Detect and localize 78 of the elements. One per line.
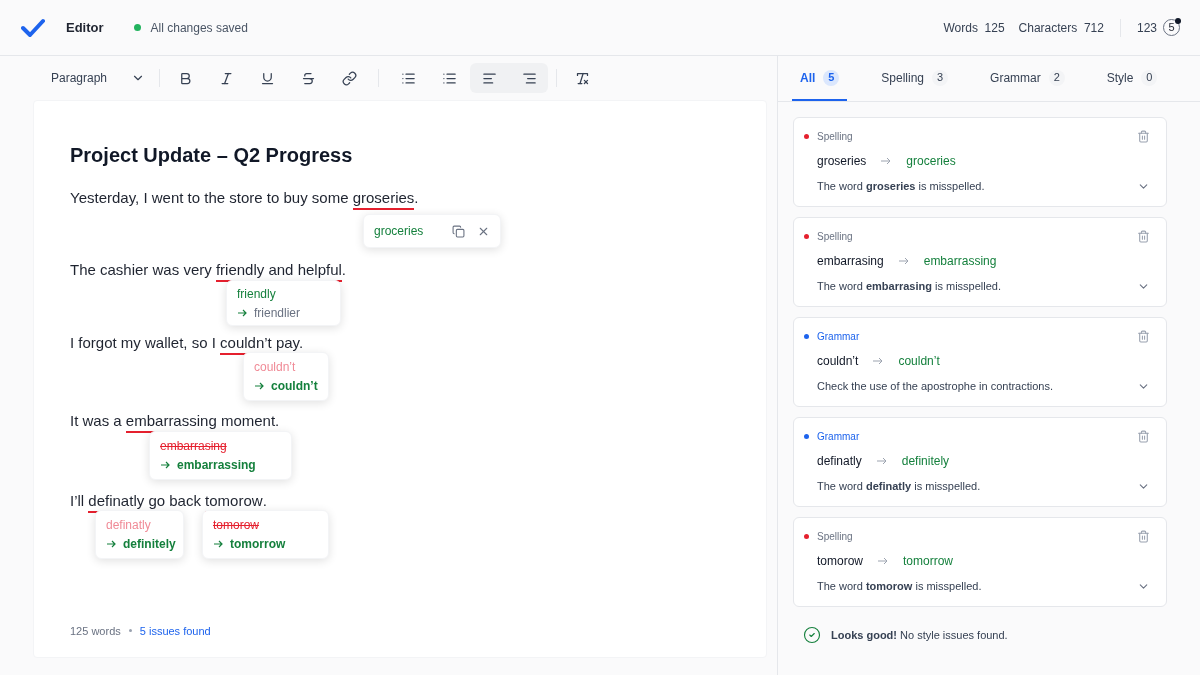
replacement-word[interactable]: definitely — [123, 535, 176, 553]
strikethrough-icon — [300, 70, 316, 86]
filter-tab[interactable]: Spelling 3 — [873, 56, 957, 101]
suggestion-word[interactable]: friendly — [237, 285, 330, 303]
original-word: groseries — [817, 153, 867, 170]
bullet-list-icon — [400, 70, 416, 86]
issues-link[interactable]: 5 issues found — [139, 622, 211, 639]
issue-card[interactable]: Spelling tomorow tomorrow The word tomorow is misspelled. — [793, 517, 1167, 607]
issue-card[interactable]: Grammar couldn’t couldn’t Check the use of the apostrophe in contractions. — [793, 317, 1167, 407]
document-paragraph: Yesterday, I went to the store to buy some groseries. — [70, 188, 766, 210]
original-word: embarrasing — [817, 253, 884, 270]
issue-category: Grammar — [817, 330, 861, 344]
italic-icon — [218, 70, 234, 86]
checkmark-logo — [21, 17, 45, 38]
issue-category: Spelling — [817, 230, 854, 244]
arrow-right-icon — [254, 382, 265, 390]
issue-message: The word definatly is misspelled. — [817, 479, 982, 494]
original-word: tomorow — [213, 517, 260, 534]
align-left-icon — [481, 70, 497, 86]
replacement-word[interactable]: couldn’t — [898, 352, 940, 370]
issue-card[interactable]: Spelling groseries groceries The word groseries is misspelled. — [793, 117, 1167, 207]
copy-icon[interactable] — [452, 224, 465, 238]
issue-category: Grammar — [817, 430, 861, 444]
app-title: Editor — [66, 18, 104, 37]
underline-icon — [259, 70, 275, 86]
clear-formatting-icon — [574, 70, 590, 86]
original-word: couldn’t — [254, 359, 297, 376]
stat-text: Characters 712 — [1018, 19, 1104, 37]
replacement-word[interactable]: groceries — [906, 152, 956, 170]
filter-tab[interactable]: Style 0 — [1098, 56, 1166, 101]
original-word: definatly — [106, 517, 152, 534]
filter-tab[interactable]: Grammar 2 — [982, 56, 1073, 101]
suggestion-text[interactable]: groceries — [374, 222, 440, 240]
arrow-right-icon — [880, 157, 893, 165]
replacement-word[interactable]: embarrassing — [177, 456, 256, 474]
style-summary: Looks good! No style issues found. — [831, 627, 1008, 643]
replacement-word[interactable]: tomorrow — [903, 552, 954, 570]
delete-icon[interactable] — [1137, 430, 1150, 443]
save-status: All changes saved — [150, 19, 248, 37]
issue-category: Spelling — [817, 130, 854, 144]
word-count: 125 words — [70, 623, 121, 639]
issue-card[interactable]: Spelling embarrasing embarrassing The word embarrasing is misspelled. — [793, 217, 1167, 307]
original-word: couldn’t — [817, 353, 859, 370]
issue-message: Check the use of the apostrophe in contractions. — [817, 379, 1055, 394]
replacement-word[interactable]: couldn’t — [271, 377, 318, 395]
arrow-right-icon — [237, 309, 248, 317]
original-word: tomorow — [817, 553, 863, 570]
align-right-icon — [521, 70, 537, 86]
original-word: definatly — [817, 453, 862, 470]
check-circle-icon — [803, 626, 821, 644]
arrow-right-icon — [897, 257, 910, 265]
arrow-right-icon — [213, 540, 224, 548]
arrow-right-icon — [872, 357, 885, 365]
delete-icon[interactable] — [1137, 530, 1150, 543]
replacement-word[interactable]: definitely — [901, 452, 950, 470]
replacement-word[interactable]: tomorrow — [230, 535, 286, 553]
arrow-right-icon — [160, 461, 171, 469]
issue-message: The word embarrasing is misspelled. — [817, 279, 1003, 294]
replacement-word[interactable]: embarrassing — [923, 252, 997, 270]
filter-tab[interactable]: All 5 — [792, 56, 848, 101]
paragraph-dropdown[interactable]: Paragraph — [51, 69, 151, 87]
alternative-word[interactable]: friendlier — [254, 304, 301, 322]
score-text: 123 — [1136, 19, 1157, 37]
delete-icon[interactable] — [1137, 230, 1150, 243]
delete-icon[interactable] — [1137, 130, 1150, 143]
stat-text: Words 125 — [943, 19, 1005, 37]
original-word: embarrasing — [160, 438, 228, 455]
issue-card[interactable]: Grammar definatly definitely The word definatly is misspelled. — [793, 417, 1167, 507]
link-icon — [341, 70, 357, 86]
arrow-right-icon — [106, 540, 117, 548]
issue-message: The word tomorow is misspelled. — [817, 579, 983, 594]
list-icon — [441, 70, 457, 86]
arrow-right-icon — [877, 557, 889, 565]
delete-icon[interactable] — [1137, 330, 1150, 343]
document-title: Project Update – Q2 Progress — [70, 143, 354, 167]
issue-category: Spelling — [817, 530, 854, 544]
arrow-right-icon — [875, 457, 888, 465]
issue-message: The word groseries is misspelled. — [817, 179, 986, 194]
